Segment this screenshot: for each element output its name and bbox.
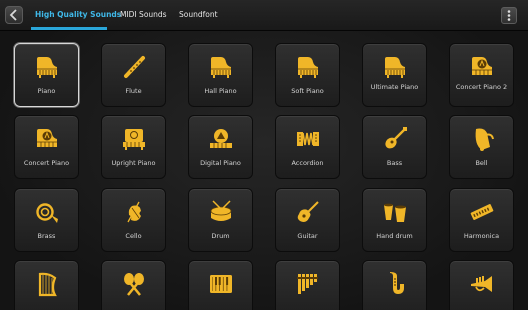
guitar-icon [294,198,322,226]
instrument-tile-pan-flute[interactable] [275,260,340,310]
instrument-label: Soft Piano [291,87,324,95]
instrument-label: Bell [475,159,488,167]
instrument-label: Upright Piano [111,159,156,167]
instrument-label: Brass [37,232,56,240]
bongo-icon [381,198,409,226]
harp-icon [33,270,61,298]
instrument-grid: Piano Flute Hall Piano Soft Piano Ultimate P… [0,31,528,310]
digital-piano-icon [207,125,235,153]
instrument-tile-concert-piano[interactable]: Concert Piano [14,115,79,179]
instrument-label: Hall Piano [204,87,237,95]
instrument-tile-concert-piano-2[interactable]: Concert Piano 2 [449,43,514,107]
instrument-tile-digital-piano[interactable]: Digital Piano [188,115,253,179]
accordion-icon [294,125,322,153]
instrument-tile-bass[interactable]: Bass [362,115,427,179]
instrument-label: Cello [125,232,142,240]
instrument-label: Ultimate Piano [370,83,419,91]
harmonica-icon [468,198,496,226]
instrument-tile-hand-drum[interactable]: Hand drum [362,188,427,252]
instrument-label: Concert Piano 2 [455,83,508,91]
chevron-left-icon [9,9,17,21]
instrument-label: Guitar [297,232,318,240]
concert-piano-icon [33,125,61,153]
instrument-tile-saxophone[interactable] [362,260,427,310]
instrument-tile-ultimate-piano[interactable]: Ultimate Piano [362,43,427,107]
instrument-tile-drum[interactable]: Drum [188,188,253,252]
grand-piano-icon [381,53,409,81]
instrument-tile-flute[interactable]: Flute [101,43,166,107]
instrument-tile-piano[interactable]: Piano [14,43,79,107]
instrument-label: Accordion [291,159,324,167]
instrument-tile-keyboard[interactable] [188,260,253,310]
instrument-label: Digital Piano [200,159,241,167]
bell-icon [468,125,496,153]
grand-piano-icon [207,53,235,81]
french-horn-icon [33,198,61,226]
drum-icon [207,198,235,226]
instrument-label: Harmonica [463,232,500,240]
instrument-tile-guitar[interactable]: Guitar [275,188,340,252]
maracas-icon [120,270,148,298]
active-tab-indicator [31,27,107,30]
concert-piano-icon [468,53,496,81]
instrument-tile-soft-piano[interactable]: Soft Piano [275,43,340,107]
instrument-label: Concert Piano [23,159,70,167]
instrument-tile-accordion[interactable]: Accordion [275,115,340,179]
instrument-label: Bass [386,159,403,167]
keyboard-icon [207,270,235,298]
instrument-tile-trumpet[interactable] [449,260,514,310]
more-vertical-icon [507,10,511,21]
instrument-label: Flute [125,87,142,95]
instrument-tile-harmonica[interactable]: Harmonica [449,188,514,252]
instrument-tile-harp[interactable] [14,260,79,310]
trumpet-icon [468,270,496,298]
upright-piano-icon [120,125,148,153]
instrument-tile-upright-piano[interactable]: Upright Piano [101,115,166,179]
back-button[interactable] [5,6,23,24]
instrument-tile-hall-piano[interactable]: Hall Piano [188,43,253,107]
tab-high-quality-sounds[interactable]: High Quality Sounds [35,0,121,30]
cello-icon [120,198,148,226]
instrument-tile-brass[interactable]: Brass [14,188,79,252]
instrument-tile-cello[interactable]: Cello [101,188,166,252]
overflow-menu-button[interactable] [501,7,517,24]
instrument-tile-bell[interactable]: Bell [449,115,514,179]
saxophone-icon [381,270,409,298]
tab-soundfont[interactable]: Soundfont [179,0,218,30]
bass-guitar-icon [381,125,409,153]
grand-piano-icon [33,53,61,81]
instrument-label: Drum [211,232,230,240]
pan-flute-icon [294,270,322,298]
instrument-tile-maracas[interactable] [101,260,166,310]
top-action-bar: High Quality Sounds MIDI Sounds Soundfon… [0,0,528,31]
grand-piano-icon [294,53,322,81]
instrument-label: Piano [37,87,56,95]
flute-icon [120,53,148,81]
tab-midi-sounds[interactable]: MIDI Sounds [120,0,167,30]
instrument-label: Hand drum [376,232,413,240]
